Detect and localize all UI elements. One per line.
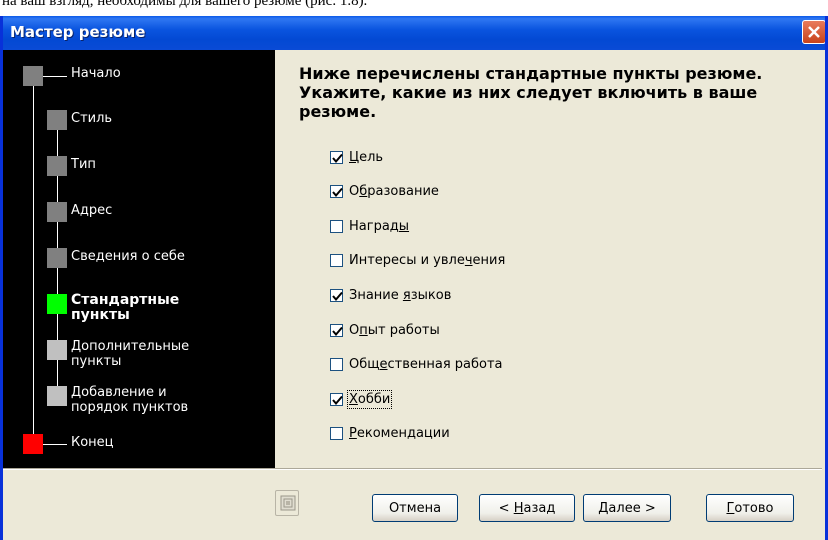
checkbox[interactable] [330,358,343,372]
step-label: Начало [71,66,121,81]
check-icon [332,187,343,198]
step-marker [47,156,67,176]
standard-items-panel: Ниже перечислены стандартные пункты резю… [275,50,822,468]
checkbox[interactable] [330,219,343,233]
instructions-heading: Ниже перечислены стандартные пункты резю… [299,64,763,121]
step-marker [47,248,67,268]
next-label: Далее > [598,500,656,516]
checkbox[interactable] [330,150,343,164]
finish-label: Готово [726,500,774,516]
step-marker [47,110,67,130]
check-icon [332,395,343,405]
checkbox-label: Знание языков [349,287,452,303]
checkbox-label: Опыт работы [349,322,440,338]
checkbox-label: Рекомендации [349,426,450,442]
step-label: Стиль [71,111,113,126]
checkbox-label: Образование [349,184,439,200]
close-button[interactable] [802,20,825,44]
close-icon [808,26,820,38]
cancel-button[interactable]: Отмена [372,494,458,522]
checkbox-label: Награды [349,218,410,234]
step-marker [23,66,43,86]
next-button[interactable]: Далее > [583,494,671,522]
item-checkbox-row[interactable]: Хобби [330,389,393,409]
back-button[interactable]: < Назад [479,494,575,522]
checkbox-label: Цель [349,149,384,165]
step-label: Адрес [71,203,113,218]
step-label: Дополнительные пункты [71,339,190,369]
back-label: < Назад [498,500,556,516]
checkbox[interactable] [330,288,343,302]
step-label: Добавление и порядок пунктов [71,385,189,415]
step-label: Стандартные пункты [71,292,180,323]
step-label: Конец [71,435,114,450]
step-marker [47,294,67,314]
check-icon [332,153,343,163]
item-checkbox-row[interactable]: Знание языков [330,286,451,304]
item-checkbox-row[interactable]: Опыт работы [330,321,440,339]
checkbox[interactable] [330,185,343,199]
checkbox[interactable] [330,427,343,441]
wizard-steps-panel: Начало Стиль Тип Адрес Сведения о себе Станда… [3,50,275,468]
help-button[interactable] [275,490,299,516]
step-tick [43,76,67,77]
checkbox[interactable] [330,254,343,268]
item-checkbox-row[interactable]: Награды [330,217,409,235]
step-label: Сведения о себе [71,249,185,264]
check-icon [332,326,343,336]
button-separator [3,468,822,470]
step-marker [47,340,67,360]
title-bar: Мастер резюме [3,16,825,50]
step-label: Тип [71,157,96,172]
window-title: Мастер резюме [10,23,146,41]
help-icon [280,495,296,511]
checkbox-label: Общественная работа [349,357,503,373]
step-marker [47,202,67,222]
checkbox-label: Хобби [346,389,393,409]
step-tick [43,444,67,445]
item-checkbox-row[interactable]: Общественная работа [330,356,503,374]
step-marker [23,434,43,454]
item-checkbox-row[interactable]: Рекомендации [330,425,450,443]
item-checkbox-row[interactable]: Образование [330,183,439,201]
checkbox[interactable] [330,323,343,337]
step-connector [33,86,34,436]
checkbox[interactable] [330,392,343,406]
item-checkbox-row[interactable]: Цель [330,148,383,166]
document-text-fragment: на ваш взгляд, необходимы для вашего рез… [2,0,368,9]
cancel-label: Отмена [388,500,442,516]
item-checkbox-row[interactable]: Интересы и увлечения [330,252,505,270]
check-icon [332,291,343,301]
step-marker [47,386,67,406]
checkbox-label: Интересы и увлечения [349,253,506,269]
finish-button[interactable]: Готово [706,494,794,522]
